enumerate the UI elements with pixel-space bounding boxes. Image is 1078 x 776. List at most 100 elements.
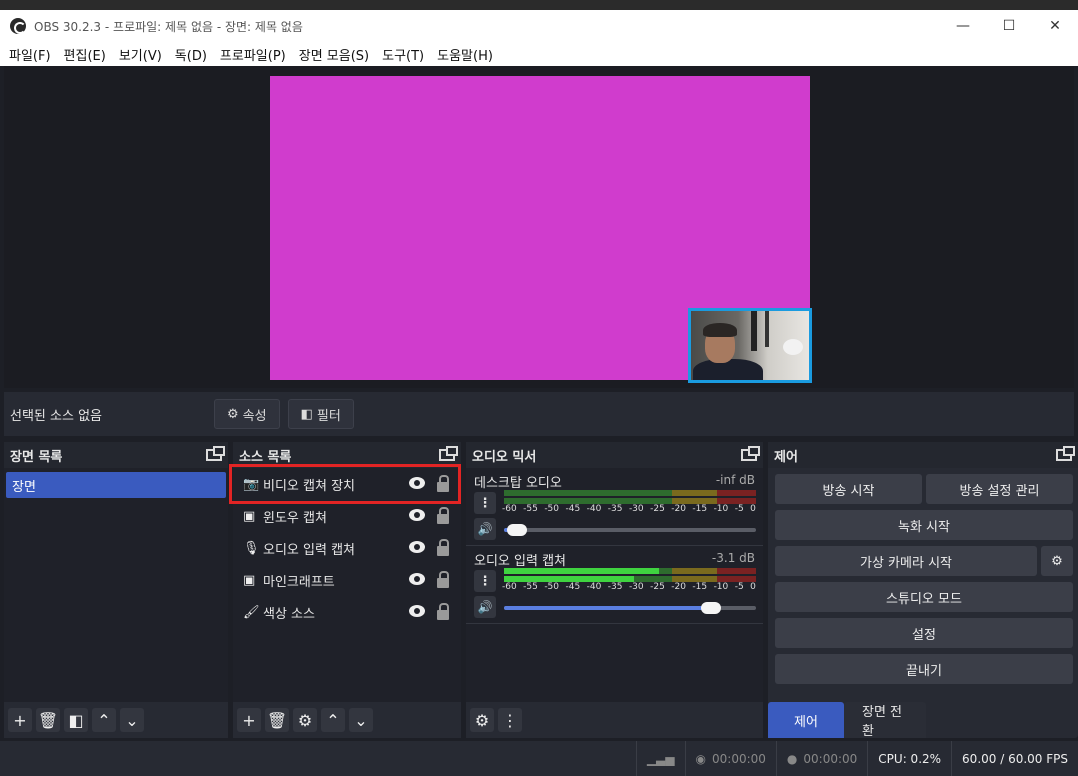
- channel-menu-button[interactable]: ⋮: [474, 492, 496, 514]
- studio-mode-button[interactable]: 스튜디오 모드: [775, 582, 1073, 612]
- source-item-audio-input[interactable]: 🎙 오디오 입력 캡쳐: [233, 532, 461, 564]
- network-strength-icon: ▁▃▅: [635, 741, 685, 776]
- lock-icon[interactable]: [437, 603, 449, 620]
- move-source-up-button[interactable]: ⌃: [321, 708, 345, 732]
- undock-icon[interactable]: [206, 446, 225, 461]
- scene-filters-button[interactable]: ◧: [64, 708, 88, 732]
- scenes-list: 장면: [4, 468, 228, 702]
- sources-dock: 소스 목록 📷 비디오 캡쳐 장치 ▣ 윈도우 캡쳐 🎙 오디오 입력 캡쳐 ▣…: [229, 442, 461, 738]
- volume-knob[interactable]: [506, 524, 527, 536]
- menu-profile[interactable]: 프로파일(P): [215, 45, 294, 64]
- tab-controls[interactable]: 제어: [768, 702, 844, 738]
- scene-item[interactable]: 장면: [6, 472, 226, 498]
- preview-area[interactable]: [4, 66, 1074, 388]
- filter-icon: ◧: [300, 406, 313, 422]
- speaker-icon[interactable]: 🔊: [474, 596, 496, 618]
- settings-button[interactable]: 설정: [775, 618, 1073, 648]
- properties-label: 속성: [242, 408, 267, 424]
- webcam-person-hair: [703, 323, 737, 337]
- camera-icon: 📷: [243, 476, 260, 492]
- eye-icon[interactable]: [409, 541, 425, 553]
- scenes-dock-title: 장면 목록: [10, 449, 63, 465]
- menu-file[interactable]: 파일(F): [4, 45, 59, 64]
- lock-icon[interactable]: [437, 539, 449, 556]
- window-titlebar: OBS 30.2.3 - 프로파일: 제목 없음 - 장면: 제목 없음 — ☐…: [0, 10, 1078, 42]
- eye-icon[interactable]: [409, 477, 425, 489]
- move-scene-down-button[interactable]: ⌄: [120, 708, 144, 732]
- gear-icon: ⚙: [1051, 553, 1063, 569]
- eye-icon[interactable]: [409, 605, 425, 617]
- start-recording-button[interactable]: 녹화 시작: [775, 510, 1073, 540]
- minimize-button[interactable]: —: [940, 10, 986, 42]
- lock-icon[interactable]: [437, 475, 449, 492]
- start-virtual-camera-button[interactable]: 가상 카메라 시작: [775, 546, 1037, 576]
- menu-view[interactable]: 보기(V): [114, 45, 170, 64]
- menu-help[interactable]: 도움말(H): [432, 45, 501, 64]
- audio-menu-button[interactable]: ⋮: [498, 708, 522, 732]
- exit-button[interactable]: 끝내기: [775, 654, 1073, 684]
- record-dot-icon: ●: [786, 751, 798, 766]
- scenes-dock: 장면 목록 장면 + 🗑 ◧ ⌃ ⌄: [4, 442, 228, 738]
- channel-menu-button[interactable]: ⋮: [474, 570, 496, 592]
- sources-list: 📷 비디오 캡쳐 장치 ▣ 윈도우 캡쳐 🎙 오디오 입력 캡쳐 ▣ 마인크래프…: [229, 464, 461, 702]
- source-item-minecraft[interactable]: ▣ 마인크래프트: [233, 564, 461, 596]
- webcam-person-body: [693, 359, 763, 380]
- stream-time: 00:00:00: [712, 751, 766, 766]
- move-scene-up-button[interactable]: ⌃: [92, 708, 116, 732]
- audio-channel-mic: 오디오 입력 캡쳐 -3.1 dB ⋮ -60 -55 -50 -45 -40 -35 -3…: [466, 546, 763, 624]
- source-label: 색상 소스: [263, 606, 315, 622]
- filters-label: 필터: [316, 408, 341, 424]
- eye-icon[interactable]: [409, 573, 425, 585]
- menu-scene-collection[interactable]: 장면 모음(S): [294, 45, 377, 64]
- maximize-button[interactable]: ☐: [986, 10, 1032, 42]
- sources-dock-title: 소스 목록: [239, 449, 292, 465]
- source-item-window-capture[interactable]: ▣ 윈도우 캡쳐: [233, 500, 461, 532]
- source-properties-button[interactable]: ⚙: [293, 708, 317, 732]
- menu-docks[interactable]: 독(D): [170, 45, 215, 64]
- menu-bar: 파일(F) 편집(E) 보기(V) 독(D) 프로파일(P) 장면 모음(S) …: [0, 42, 1078, 66]
- controls-body: 방송 시작 방송 설정 관리 녹화 시작 가상 카메라 시작 ⚙ 스튜디오 모드…: [768, 468, 1078, 702]
- webcam-shadow: [751, 311, 757, 351]
- undock-icon[interactable]: [1056, 446, 1075, 461]
- level-meter: [504, 568, 756, 574]
- audio-channel-desktop: 데스크탑 오디오 -inf dB ⋮ -60 -55 -50 -45 -40 -35 -30…: [466, 468, 763, 546]
- controls-dock-title: 제어: [774, 449, 798, 465]
- obs-logo-icon: [10, 18, 26, 34]
- close-button[interactable]: ✕: [1032, 10, 1078, 42]
- remove-scene-button[interactable]: 🗑: [36, 708, 60, 732]
- volume-slider[interactable]: [504, 524, 756, 536]
- menu-edit[interactable]: 편집(E): [59, 45, 114, 64]
- move-source-down-button[interactable]: ⌄: [349, 708, 373, 732]
- channel-name: 데스크탑 오디오: [474, 476, 562, 491]
- speaker-icon[interactable]: 🔊: [474, 518, 496, 540]
- undock-icon[interactable]: [741, 446, 760, 461]
- meter-scale: -60 -55 -50 -45 -40 -35 -30 -25 -20 -15 -10 -5 0: [502, 582, 756, 592]
- add-scene-button[interactable]: +: [8, 708, 32, 732]
- source-item-color-source[interactable]: 🖌 색상 소스: [233, 596, 461, 628]
- source-label: 윈도우 캡쳐: [263, 510, 327, 526]
- window-icon: ▣: [243, 572, 256, 588]
- filters-button[interactable]: ◧ 필터: [287, 399, 354, 429]
- menu-tools[interactable]: 도구(T): [377, 45, 432, 64]
- lock-icon[interactable]: [437, 571, 449, 588]
- source-label: 비디오 캡쳐 장치: [263, 478, 355, 494]
- add-source-button[interactable]: +: [237, 708, 261, 732]
- virtual-camera-settings-button[interactable]: ⚙: [1041, 546, 1073, 576]
- audio-mixer-dock: 오디오 믹서 데스크탑 오디오 -inf dB ⋮ -60 -55 -50 -45 -4…: [466, 442, 763, 738]
- start-streaming-button[interactable]: 방송 시작: [775, 474, 922, 504]
- source-toolbar: 선택된 소스 없음 ⚙ 속성 ◧ 필터: [4, 392, 1074, 436]
- undock-icon[interactable]: [439, 446, 458, 461]
- volume-slider[interactable]: [504, 602, 756, 614]
- stream-signal-icon: ◉: [695, 751, 706, 766]
- properties-button[interactable]: ⚙ 속성: [214, 399, 280, 429]
- volume-knob[interactable]: [700, 602, 721, 614]
- remove-source-button[interactable]: 🗑: [265, 708, 289, 732]
- audio-settings-button[interactable]: ⚙: [470, 708, 494, 732]
- eye-icon[interactable]: [409, 509, 425, 521]
- lock-icon[interactable]: [437, 507, 449, 524]
- webcam-source-preview[interactable]: [688, 308, 812, 383]
- stream-settings-button[interactable]: 방송 설정 관리: [926, 474, 1073, 504]
- tab-scene-transitions[interactable]: 장면 전환: [844, 702, 926, 739]
- microphone-icon: 🎙: [243, 540, 260, 556]
- source-item-video-capture[interactable]: 📷 비디오 캡쳐 장치: [229, 464, 461, 504]
